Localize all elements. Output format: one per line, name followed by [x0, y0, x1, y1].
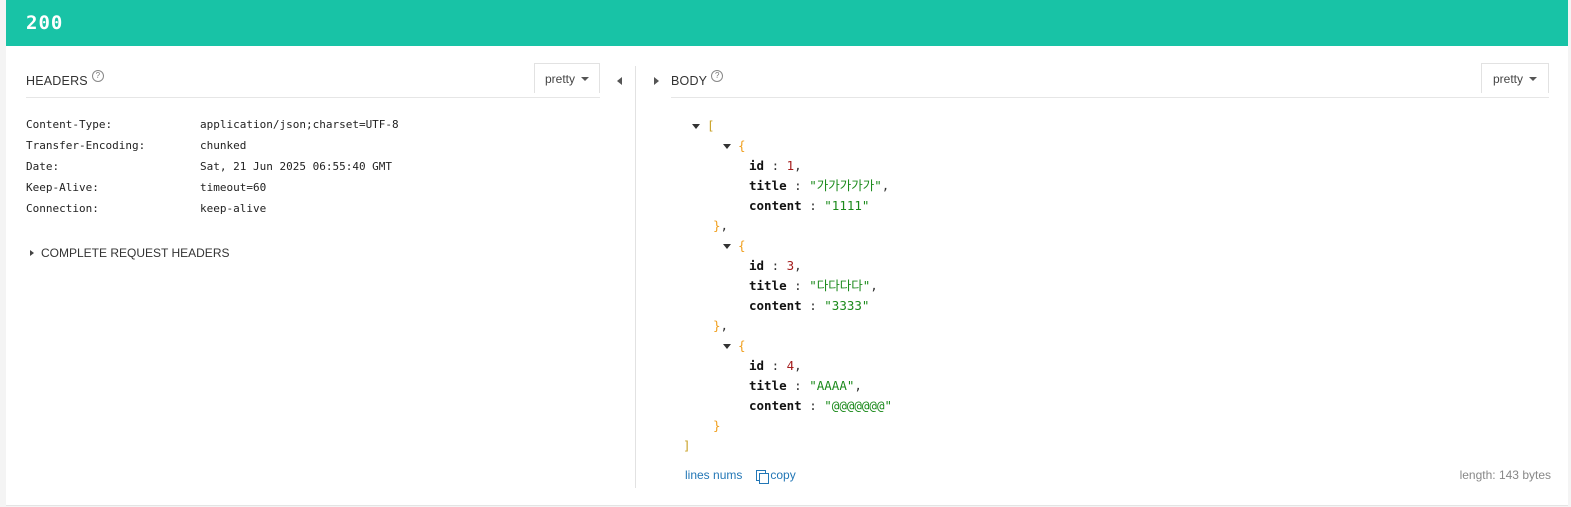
- json-array-open: [: [692, 116, 715, 136]
- help-icon[interactable]: ?: [711, 69, 724, 82]
- header-key: Transfer-Encoding:: [26, 139, 146, 152]
- expand-right-icon[interactable]: [654, 77, 659, 85]
- header-row: Content-Type: application/json;charset=U…: [26, 114, 399, 135]
- body-panel: BODY ? pretty [ { id : 1, title : "가가가가가…: [636, 46, 1568, 505]
- body-footer-links: lines nums copy: [685, 468, 796, 484]
- json-field-title: title : "AAAA",: [749, 378, 862, 393]
- copy-link[interactable]: copy: [770, 468, 795, 482]
- collapse-toggle-icon[interactable]: [723, 344, 731, 349]
- chevron-right-icon: [30, 250, 34, 256]
- headers-section-header: HEADERS ? pretty: [26, 63, 600, 98]
- header-row: Date: Sat, 21 Jun 2025 06:55:40 GMT: [26, 156, 399, 177]
- json-object-close: }: [713, 418, 721, 433]
- header-value: chunked: [200, 139, 247, 152]
- help-icon[interactable]: ?: [91, 69, 104, 82]
- json-field-content: content : "1111": [749, 198, 870, 213]
- header-value: Sat, 21 Jun 2025 06:55:40 GMT: [200, 160, 393, 173]
- lines-nums-link[interactable]: lines nums: [685, 468, 742, 482]
- headers-format-select[interactable]: pretty: [534, 63, 600, 93]
- json-object-open: {: [723, 136, 746, 156]
- caret-down-icon: [1529, 76, 1537, 81]
- json-field-title: title : "가가가가가",: [749, 178, 890, 193]
- json-field-id: id : 3,: [749, 258, 802, 273]
- header-row: Keep-Alive: timeout=60: [26, 177, 399, 198]
- body-title: BODY: [671, 73, 708, 88]
- json-object-open: {: [723, 336, 746, 356]
- header-row: Transfer-Encoding: chunked: [26, 135, 399, 156]
- headers-table: Content-Type: application/json;charset=U…: [26, 114, 399, 219]
- body-format-label: pretty: [1492, 71, 1523, 86]
- collapse-toggle-icon[interactable]: [723, 144, 731, 149]
- complete-request-headers-toggle[interactable]: COMPLETE REQUEST HEADERS: [30, 246, 229, 260]
- caret-down-icon: [581, 76, 589, 81]
- json-field-content: content : "@@@@@@@": [749, 398, 892, 413]
- json-object-open: {: [723, 236, 746, 256]
- header-value: timeout=60: [200, 181, 267, 194]
- copy-icon[interactable]: [756, 469, 770, 484]
- body-length: length: 143 bytes: [1459, 468, 1551, 482]
- json-object-close: },: [713, 218, 729, 233]
- complete-request-headers-label: COMPLETE REQUEST HEADERS: [41, 246, 230, 260]
- body-format-select[interactable]: pretty: [1481, 63, 1549, 93]
- headers-format-label: pretty: [544, 71, 575, 86]
- json-field-content: content : "3333": [749, 298, 870, 313]
- collapse-toggle-icon[interactable]: [723, 244, 731, 249]
- header-key: Date:: [26, 160, 60, 173]
- header-value: keep-alive: [200, 202, 267, 215]
- body-section-header: BODY ? pretty: [671, 63, 1549, 98]
- header-key: Connection:: [26, 202, 99, 215]
- header-key: Content-Type:: [26, 118, 113, 131]
- status-code: 200: [26, 12, 64, 34]
- headers-title: HEADERS: [26, 73, 88, 88]
- collapse-left-icon[interactable]: [617, 77, 622, 85]
- collapse-toggle-icon[interactable]: [692, 124, 700, 129]
- json-field-id: id : 1,: [749, 158, 802, 173]
- json-field-id: id : 4,: [749, 358, 802, 373]
- header-value: application/json;charset=UTF-8: [200, 118, 399, 131]
- status-bar: 200: [6, 0, 1568, 46]
- json-object-close: },: [713, 318, 729, 333]
- json-array-close: ]: [683, 438, 691, 453]
- response-card: 200 HEADERS ? pretty Content-Type: appli…: [6, 0, 1568, 506]
- header-key: Keep-Alive:: [26, 181, 99, 194]
- headers-panel: HEADERS ? pretty Content-Type: applicati…: [6, 46, 635, 505]
- json-field-title: title : "다다다다",: [749, 278, 878, 293]
- header-row: Connection: keep-alive: [26, 198, 399, 219]
